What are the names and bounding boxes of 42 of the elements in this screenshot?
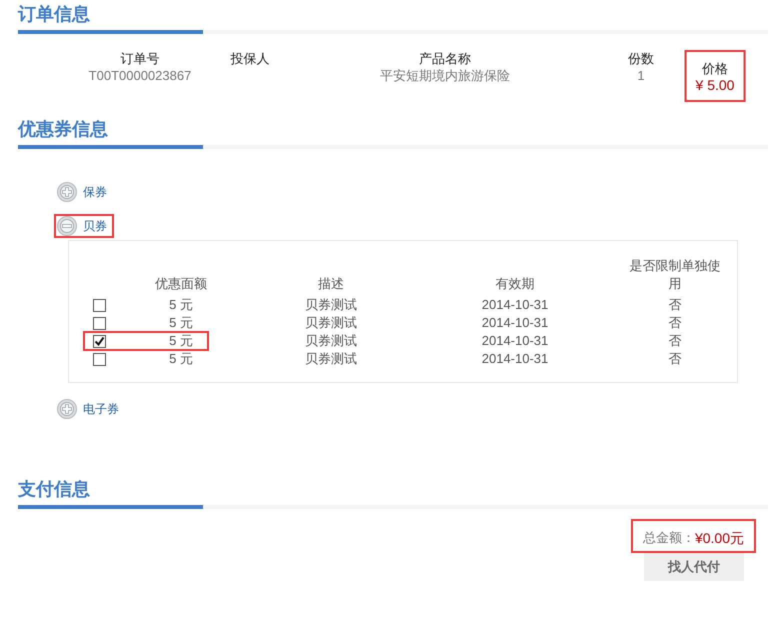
table-cell: 2014-10-31 [482,314,548,332]
column-header: 描述 [318,275,344,293]
column-header: 优惠面额 [155,275,207,293]
column-header: 产品名称 [419,50,471,67]
price-value: ¥ 5.00 [696,77,734,94]
table-cell: 贝券测试 [305,314,357,332]
table-cell: 否 [668,296,682,314]
coupon-group[interactable]: 电子券 [54,397,126,421]
column-header: 份数 [628,50,654,67]
coupon-group[interactable]: 贝券 [54,214,114,238]
table-cell: 2014-10-31 [482,296,548,314]
total-value: ¥0.00元 [694,528,744,548]
column-header: 价格 [702,60,728,77]
checkbox[interactable] [93,334,106,348]
table-cell: 2014-10-31 [482,332,548,350]
table-cell: 否 [668,314,682,332]
column-value: 1 [637,67,645,84]
column-header: 有效期 [496,275,534,293]
table-cell: 5 元 [169,314,193,332]
section-title: 支付信息 [18,478,91,501]
column-header: 是否限制单独使用 [629,257,721,293]
total-label: 总金额： [642,529,695,548]
section-title: 订单信息 [18,3,91,26]
table-cell: 2014-10-31 [482,350,548,368]
table-cell: 5 元 [169,350,193,368]
table-cell: 贝券测试 [305,350,357,368]
pay-for-me-button[interactable]: 找人代付 [644,553,744,581]
column-value: 平安短期境内旅游保险 [380,67,510,84]
checkbox[interactable] [93,316,106,330]
section-title: 优惠券信息 [18,118,109,141]
checkbox[interactable] [93,298,106,312]
column-header: 订单号 [120,50,160,67]
table-cell: 贝券测试 [305,296,357,314]
table-cell: 5 元 [169,296,193,314]
table-cell: 5 元 [169,332,193,350]
column-value: T00T0000023867 [88,67,192,84]
column-header: 投保人 [230,50,270,67]
table-cell: 贝券测试 [305,332,357,350]
table-cell: 否 [668,332,682,350]
coupon-group[interactable]: 保券 [54,180,114,204]
checkbox[interactable] [93,352,106,366]
table-cell: 否 [668,350,682,368]
